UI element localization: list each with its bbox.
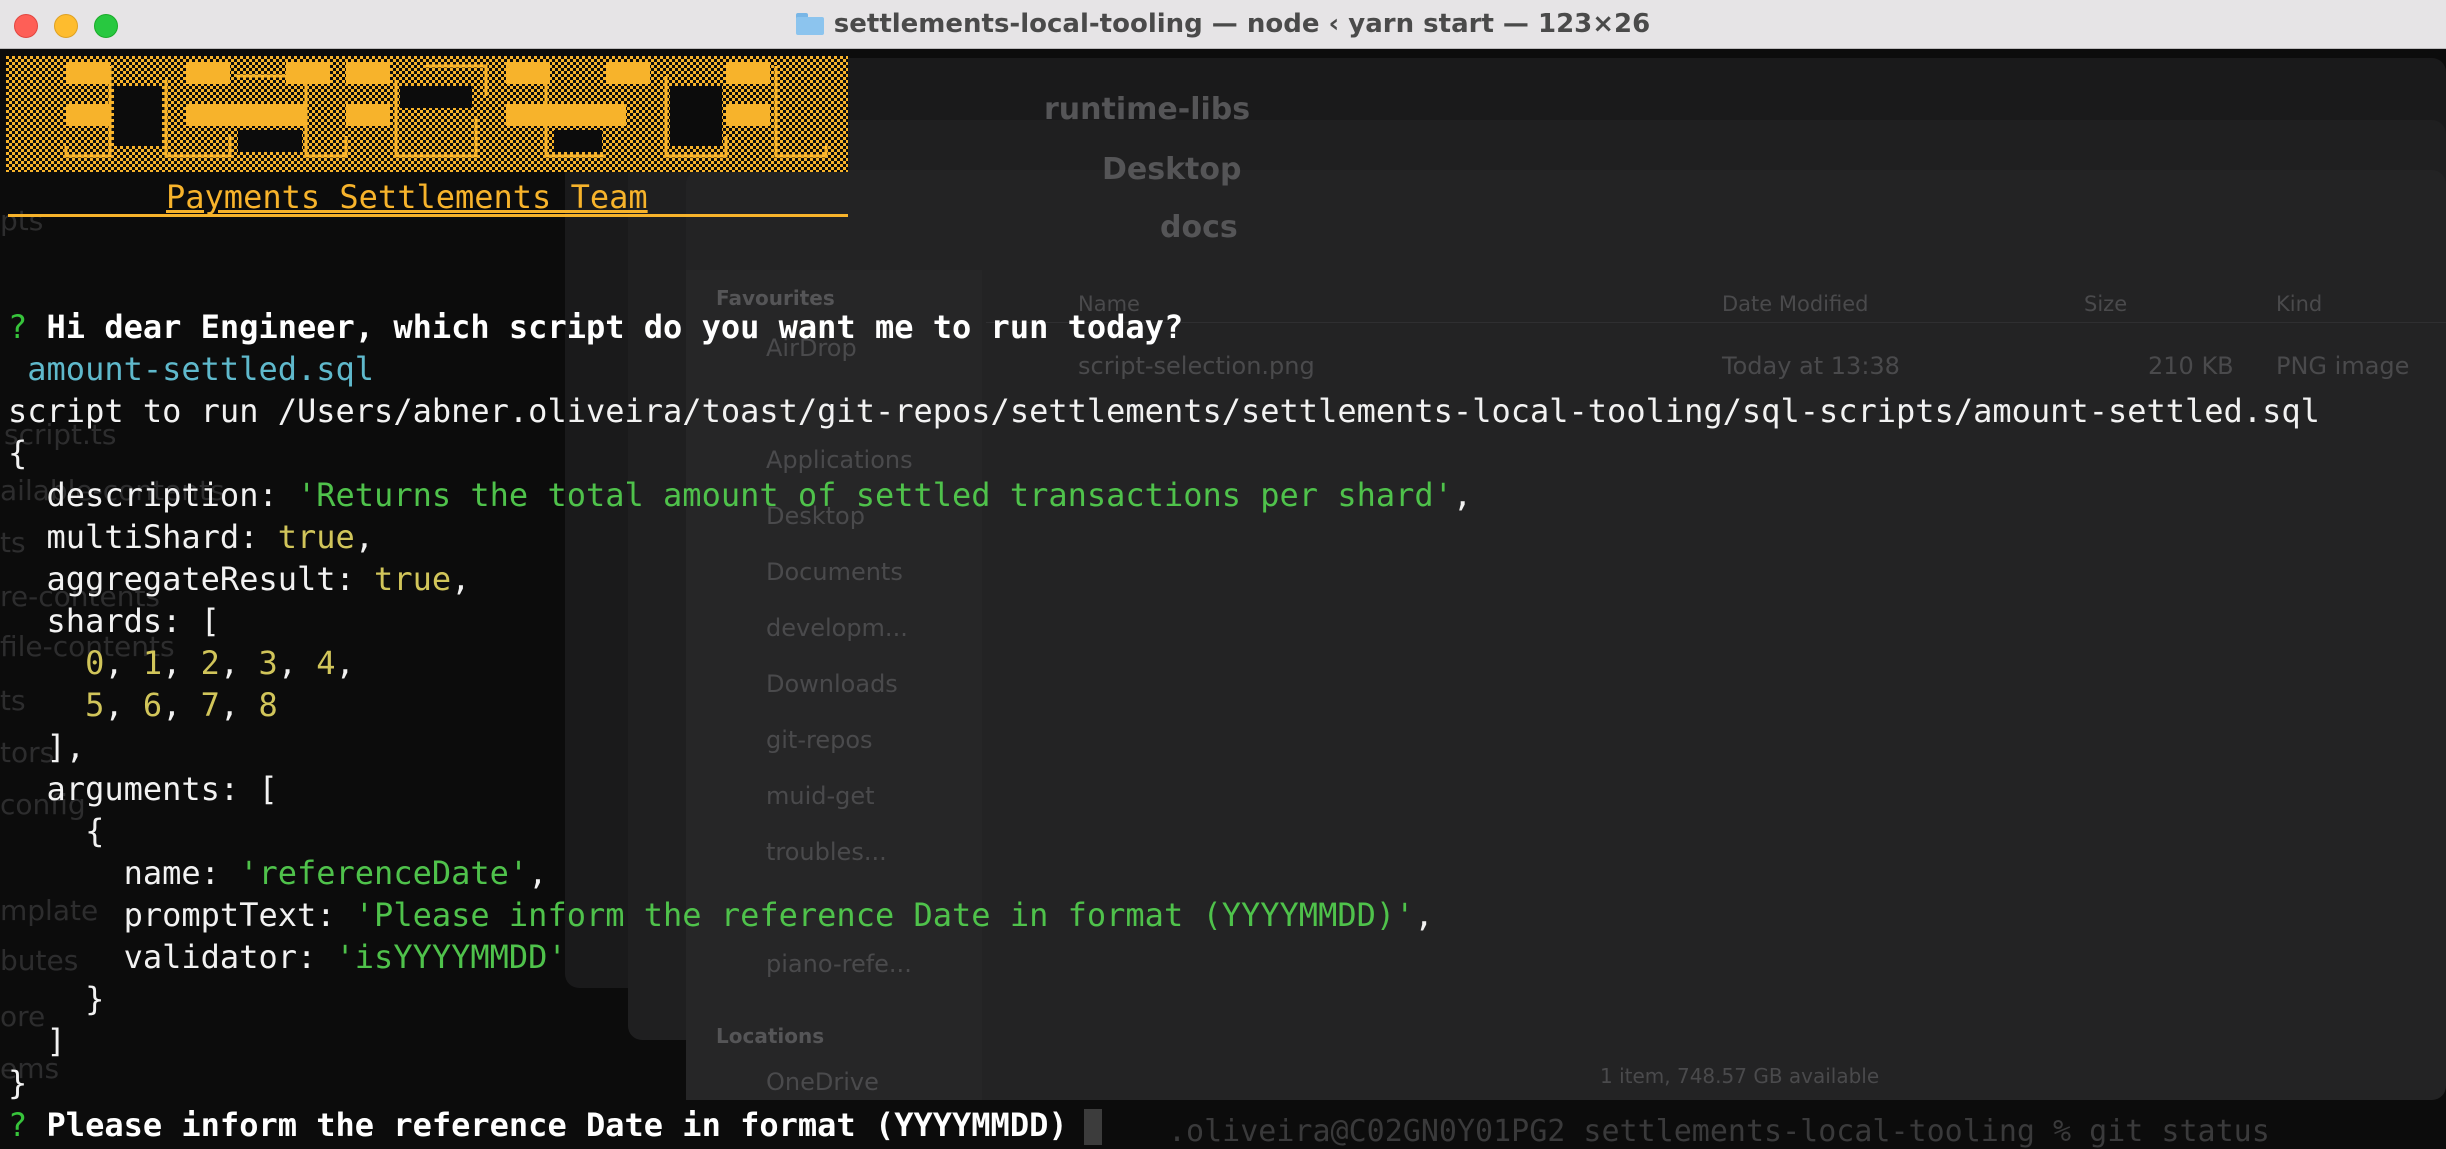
terminal-line-validator: validator: 'isYYYYMMDD' <box>8 936 567 978</box>
reference-date-prompt: Please inform the reference Date in form… <box>46 1106 1068 1144</box>
terminal-line-name: name: 'referenceDate', <box>8 854 548 892</box>
ghost-file-date: Today at 13:38 <box>1722 352 1900 380</box>
aggregate-key: aggregateResult: <box>8 560 375 598</box>
folder-icon <box>795 13 824 35</box>
terminal-line-open-brace: { <box>8 434 28 472</box>
ghost-sidebar-item: piano-refe... <box>766 950 912 978</box>
terminal-line-shards: shards: [ <box>8 602 220 640</box>
terminal-line-script-path: script to run /Users/abner.oliveira/toas… <box>8 392 2320 430</box>
ghost-sidebar-item: troubles... <box>766 838 887 866</box>
shard-number: 3 <box>258 644 278 682</box>
terminal-line-close-brace: } <box>8 1064 28 1102</box>
terminal-line-args-obj-close: } <box>8 980 105 1018</box>
window-title: settlements-local-tooling — node ‹ yarn … <box>833 9 1651 39</box>
terminal-line-args-close: ] <box>8 1022 66 1060</box>
ghost-sidebar-item: Documents <box>766 558 903 586</box>
multishard-value: true <box>277 518 355 556</box>
terminal-line-shards-row1: 0, 1, 2, 3, 4, <box>85 644 355 682</box>
terminal-line-arguments: arguments: [ <box>8 770 278 808</box>
terminal-line-prompt: ? Hi dear Engineer, which script do you … <box>8 306 1183 348</box>
shard-number: 1 <box>142 644 163 682</box>
ghost-sidebar-item: developm... <box>766 614 908 642</box>
ghost-col-size: Size <box>2084 292 2128 316</box>
ghost-sidebar-item: git-repos <box>766 726 873 754</box>
terminal-line-multishard: multiShard: true, <box>8 518 375 556</box>
validator-value: 'isYYYYMMDD' <box>335 938 567 976</box>
ghost-sidebar-locations: Locations <box>716 1024 825 1048</box>
ghost-file-name: script-selection.png <box>1078 352 1315 380</box>
prompttext-key: promptText: <box>8 896 355 934</box>
window-title-wrap: settlements-local-tooling — node ‹ yarn … <box>0 0 2446 48</box>
shard-number: 6 <box>142 686 163 724</box>
terminal-cursor[interactable] <box>1083 1109 1102 1145</box>
ghost-sidebar-item: Applications <box>766 446 913 474</box>
name-value: 'referenceDate' <box>239 854 529 892</box>
terminal-line-args-open: { <box>8 812 105 850</box>
shard-number: 5 <box>85 686 105 724</box>
terminal-line-aggregate: aggregateResult: true, <box>8 560 471 598</box>
aggregate-value: true <box>374 560 452 598</box>
ghost-sidebar-item: OneDrive <box>766 1068 879 1096</box>
validator-key: validator: <box>8 938 336 976</box>
banner-underline <box>8 214 848 217</box>
ghost-file-kind: PNG image <box>2276 352 2410 380</box>
team-name: Payments Settlements Team <box>166 178 648 216</box>
team-banner-art <box>6 56 848 172</box>
ghost-window-title-back: runtime-libs <box>1044 92 1251 127</box>
ghost-file-size: 210 KB <box>2148 352 2234 380</box>
terminal-line-shards-row2: 5, 6, 7, 8 <box>85 686 278 724</box>
shard-number: 8 <box>258 686 278 724</box>
name-key: name: <box>8 854 240 892</box>
terminal-line-prompttext: promptText: 'Please inform the reference… <box>8 896 1434 934</box>
terminal-line-description: description: 'Returns the total amount o… <box>8 476 1473 514</box>
prompttext-value: 'Please inform the reference Date in for… <box>354 896 1415 934</box>
description-value: 'Returns the total amount of settled tra… <box>296 476 1453 514</box>
terminal-line-answer: amount-settled.sql <box>8 348 374 390</box>
selected-script-answer: amount-settled.sql <box>27 350 375 388</box>
prompt-question-mark: ? <box>8 1106 28 1144</box>
ghost-finder-status: 1 item, 748.57 GB available <box>1600 1064 1880 1088</box>
shard-number: 0 <box>85 644 105 682</box>
window-titlebar: settlements-local-tooling — node ‹ yarn … <box>0 0 2446 49</box>
description-key: description: <box>8 476 297 514</box>
multishard-key: multiShard: <box>8 518 278 556</box>
ghost-col-date: Date Modified <box>1722 292 1869 316</box>
ghost-sidebar-item: muid-get <box>766 782 875 810</box>
ghost-left-text: pts <box>0 204 44 237</box>
prompt-question-mark: ? <box>8 308 28 346</box>
prompt-script-question: Hi dear Engineer, which script do you wa… <box>46 308 1184 346</box>
ghost-window-title-front: docs <box>1160 210 1238 245</box>
terminal-line-date-prompt[interactable]: ? Please inform the reference Date in fo… <box>8 1104 1102 1146</box>
shard-number: 2 <box>200 644 220 682</box>
ghost-header-divider <box>986 322 2446 323</box>
shard-number: 4 <box>316 644 336 682</box>
terminal-line-shards-close: ], <box>8 728 86 766</box>
ghost-sidebar-item: Downloads <box>766 670 898 698</box>
shard-number: 7 <box>200 686 220 724</box>
ghost-window-title-mid: Desktop <box>1102 152 1242 187</box>
ghost-col-kind: Kind <box>2276 292 2323 316</box>
